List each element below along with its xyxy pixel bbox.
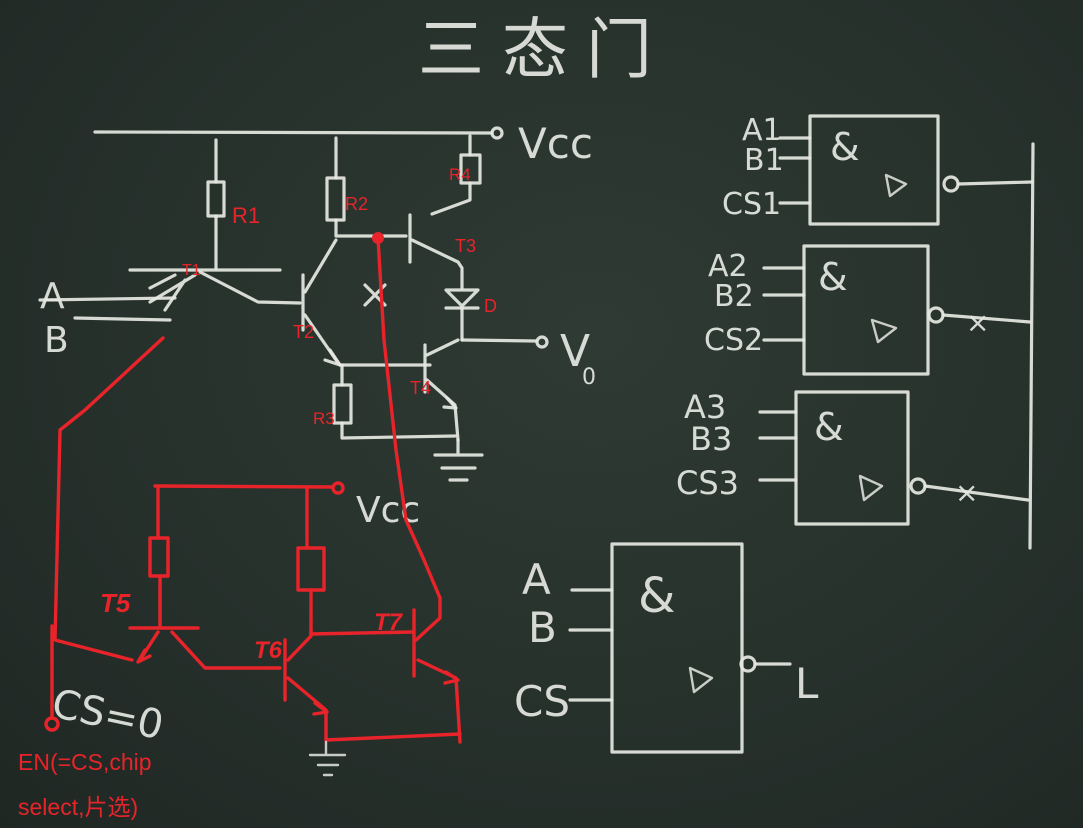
r3-to-ground <box>340 421 457 440</box>
t1-emitters <box>148 273 197 312</box>
ground-bus <box>324 732 462 742</box>
t3-label: T3 <box>455 236 476 256</box>
gate2-inputs <box>762 266 806 342</box>
t5-emitter <box>136 630 160 664</box>
r2-to-t3 <box>334 218 408 238</box>
vcc-terminal <box>490 126 504 140</box>
gate3-body <box>794 390 910 526</box>
gate2-cs: CS2 <box>704 323 763 358</box>
circuit-diagram: 三态门 Vcc A B V 0 Vcc T5 T6 T7 EN(=CS,chip… <box>18 11 1035 820</box>
t4-collector <box>425 338 460 357</box>
t7-arrow <box>443 670 460 685</box>
vcc2-rail <box>153 484 334 489</box>
shared-bus <box>1028 142 1035 550</box>
vcc-bottom-label: Vcc <box>356 490 420 531</box>
gate3-cs: CS3 <box>676 464 739 502</box>
gate3-tristate-icon <box>858 474 884 502</box>
input-a-label: A <box>40 276 65 317</box>
big-gate-tristate-icon <box>688 666 714 694</box>
gate2-amp: & <box>818 255 848 299</box>
gate3-cut-mark: × <box>955 476 978 509</box>
r3-label: R3 <box>313 409 335 428</box>
gate1-in2: B1 <box>744 143 784 178</box>
gate2-tristate-icon <box>870 318 898 344</box>
big-gate-amp: & <box>638 568 675 624</box>
ground2-symbol <box>308 740 347 777</box>
t6-label: T6 <box>254 637 283 664</box>
gate1-cs: CS1 <box>722 187 781 222</box>
gate1-inverter-bubble <box>942 175 960 193</box>
big-gate-inputs <box>568 588 614 702</box>
cs-zero-label: CS=0 <box>48 681 167 749</box>
t2-collector <box>303 238 338 294</box>
t4-emitter <box>425 378 460 442</box>
gate2-in2: B2 <box>714 279 754 314</box>
vcc-rail <box>93 130 494 135</box>
t4-label: T4 <box>410 378 431 398</box>
t5-label: T5 <box>100 588 131 618</box>
t7-label: T7 <box>374 609 404 636</box>
gate1-inputs <box>778 136 812 205</box>
t6-collector <box>286 628 313 662</box>
bus-gates: A1 B1 CS1 & A2 B2 CS2 & × A3 B3 CS3 & × … <box>514 113 1035 754</box>
t6-resistor <box>296 546 326 592</box>
input-b-label: B <box>44 320 69 361</box>
gate1-tristate-icon <box>884 173 908 198</box>
r4-label: R4 <box>449 165 471 184</box>
big-gate-in1: A <box>522 555 551 604</box>
t1-label: T1 <box>182 262 201 279</box>
t7-collector-wire <box>376 236 442 600</box>
t1-collector <box>198 270 302 305</box>
vo-sub-label: 0 <box>582 365 596 390</box>
big-gate-cs: CS <box>514 677 570 726</box>
chalkboard: 三态门 Vcc A B V 0 Vcc T5 T6 T7 EN(=CS,chip… <box>0 0 1083 828</box>
t2-label: T2 <box>293 322 314 342</box>
r3-resistor <box>332 383 353 425</box>
vcc-top-label: Vcc <box>518 119 593 168</box>
gate1-out <box>956 180 1034 186</box>
r2-resistor <box>325 176 346 222</box>
output-terminal <box>535 335 549 349</box>
big-gate-out-label: L <box>795 659 819 708</box>
gate2-cut-mark: × <box>966 306 989 339</box>
r2-label: R2 <box>345 194 368 214</box>
page-title: 三态门 <box>418 11 670 88</box>
gate3-amp: & <box>814 405 844 449</box>
gate3-inverter-bubble <box>909 477 927 495</box>
d-label: D <box>484 296 497 316</box>
diode-symbol <box>444 288 480 310</box>
gate3-inputs <box>758 410 798 482</box>
big-gate-in2: B <box>528 603 557 652</box>
en-label-line1: EN(=CS,chip <box>18 749 152 775</box>
r4-to-t3 <box>430 181 472 216</box>
t7-collector <box>414 596 442 642</box>
big-gate-body <box>610 542 744 754</box>
ground-symbol <box>433 438 484 482</box>
output-wire <box>460 338 538 343</box>
r1-resistor <box>206 180 226 218</box>
en-label-line2: select,片选) <box>18 794 138 820</box>
gate3-in2: B3 <box>690 420 732 458</box>
vcc2-terminal <box>331 481 345 495</box>
gate1-amp: & <box>830 125 860 169</box>
t7-emitter <box>416 658 462 744</box>
r1-label: R1 <box>232 203 260 228</box>
gate2-inverter-bubble <box>927 306 945 324</box>
t5-resistor <box>148 536 170 578</box>
